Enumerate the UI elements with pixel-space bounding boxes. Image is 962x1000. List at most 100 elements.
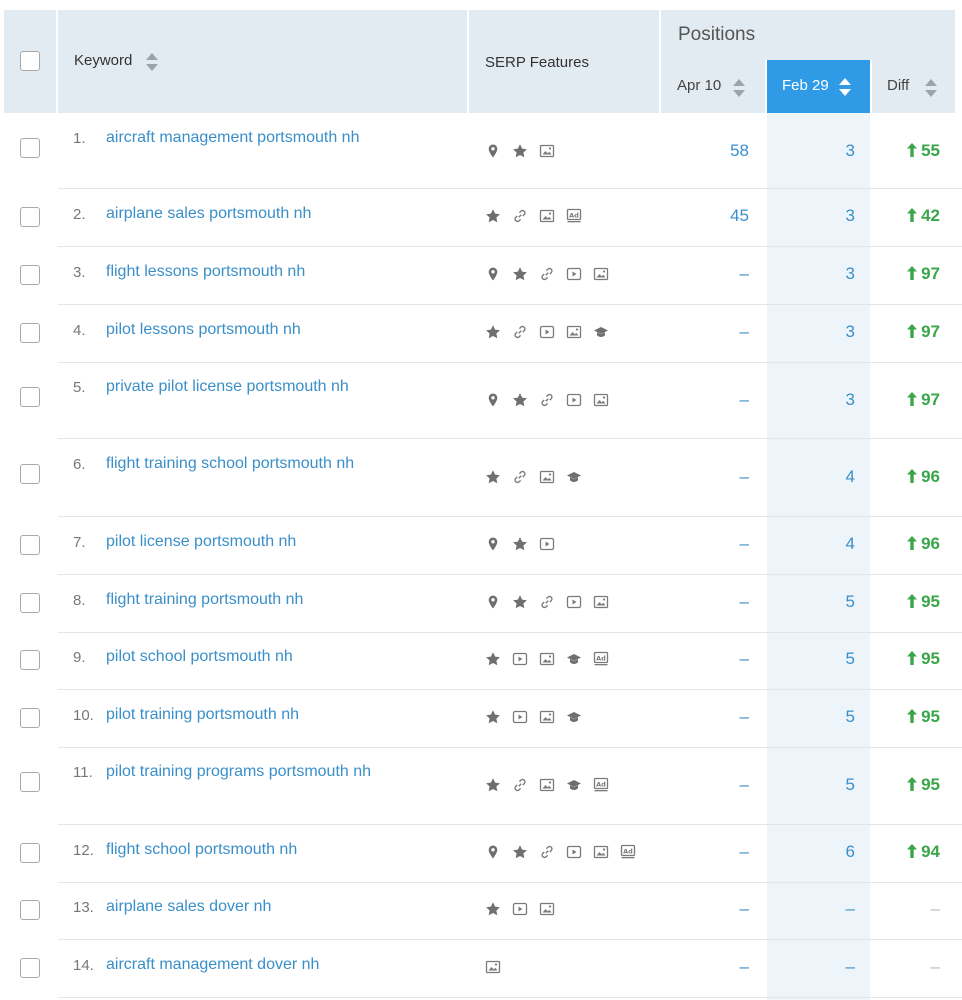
link-icon[interactable]	[512, 469, 528, 485]
feb-position-value[interactable]: 3	[775, 322, 855, 342]
video-icon[interactable]	[512, 651, 528, 667]
keyword-link[interactable]: flight training school portsmouth nh	[106, 455, 354, 473]
pin-icon[interactable]	[485, 392, 501, 408]
apr-position-value[interactable]: –	[669, 899, 749, 919]
video-icon[interactable]	[566, 392, 582, 408]
feb-position-value[interactable]: 5	[775, 707, 855, 727]
feb-position-value[interactable]: 3	[775, 141, 855, 161]
video-icon[interactable]	[566, 594, 582, 610]
link-icon[interactable]	[512, 208, 528, 224]
keyword-link[interactable]: aircraft management dover nh	[106, 956, 319, 974]
image-icon[interactable]	[539, 709, 555, 725]
link-icon[interactable]	[512, 777, 528, 793]
row-checkbox[interactable]	[20, 772, 40, 792]
pin-icon[interactable]	[485, 594, 501, 610]
feb-column-header[interactable]: Feb 29	[767, 60, 870, 113]
keyword-link[interactable]: flight training portsmouth nh	[106, 591, 303, 609]
apr-position-value[interactable]: –	[669, 592, 749, 612]
image-icon[interactable]	[539, 208, 555, 224]
feb-position-value[interactable]: 3	[775, 264, 855, 284]
diff-column-header[interactable]: Diff	[872, 60, 955, 113]
image-icon[interactable]	[539, 777, 555, 793]
star-icon[interactable]	[512, 266, 528, 282]
apr-column-header[interactable]: Apr 10	[661, 60, 765, 113]
apr-position-value[interactable]: –	[669, 322, 749, 342]
keyword-link[interactable]: aircraft management portsmouth nh	[106, 129, 359, 147]
video-icon[interactable]	[539, 324, 555, 340]
row-checkbox[interactable]	[20, 138, 40, 158]
feb-position-value[interactable]: 5	[775, 592, 855, 612]
row-checkbox[interactable]	[20, 650, 40, 670]
image-icon[interactable]	[539, 651, 555, 667]
keyword-link[interactable]: pilot license portsmouth nh	[106, 533, 296, 551]
apr-position-value[interactable]: –	[669, 842, 749, 862]
link-icon[interactable]	[512, 324, 528, 340]
keyword-link[interactable]: airplane sales portsmouth nh	[106, 205, 311, 223]
keyword-link[interactable]: flight school portsmouth nh	[106, 841, 297, 859]
star-icon[interactable]	[512, 143, 528, 159]
pin-icon[interactable]	[485, 844, 501, 860]
image-icon[interactable]	[539, 901, 555, 917]
keyword-column-header[interactable]: Keyword	[58, 10, 467, 113]
ad-icon[interactable]: Ad	[593, 777, 609, 793]
star-icon[interactable]	[485, 469, 501, 485]
image-icon[interactable]	[485, 959, 501, 975]
apr-position-value[interactable]: –	[669, 390, 749, 410]
video-icon[interactable]	[539, 536, 555, 552]
ad-icon[interactable]: Ad	[593, 651, 609, 667]
keyword-link[interactable]: flight lessons portsmouth nh	[106, 263, 305, 281]
image-icon[interactable]	[593, 266, 609, 282]
keyword-link[interactable]: airplane sales dover nh	[106, 898, 271, 916]
apr-position-value[interactable]: –	[669, 649, 749, 669]
keyword-link[interactable]: private pilot license portsmouth nh	[106, 378, 349, 396]
diff-sort-icon[interactable]	[925, 79, 937, 97]
ad-icon[interactable]: Ad	[566, 208, 582, 224]
star-icon[interactable]	[485, 777, 501, 793]
image-icon[interactable]	[593, 844, 609, 860]
apr-position-value[interactable]: 58	[669, 141, 749, 161]
select-all-checkbox[interactable]	[20, 51, 40, 71]
cap-icon[interactable]	[566, 651, 582, 667]
pin-icon[interactable]	[485, 536, 501, 552]
feb-position-value[interactable]: 3	[775, 390, 855, 410]
feb-position-value[interactable]: 6	[775, 842, 855, 862]
keyword-link[interactable]: pilot lessons portsmouth nh	[106, 321, 301, 339]
image-icon[interactable]	[539, 469, 555, 485]
link-icon[interactable]	[539, 266, 555, 282]
feb-position-value[interactable]: 3	[775, 206, 855, 226]
row-checkbox[interactable]	[20, 323, 40, 343]
keyword-link[interactable]: pilot training programs portsmouth nh	[106, 763, 371, 781]
video-icon[interactable]	[512, 709, 528, 725]
ad-icon[interactable]: Ad	[620, 844, 636, 860]
row-checkbox[interactable]	[20, 387, 40, 407]
keyword-link[interactable]: pilot school portsmouth nh	[106, 648, 293, 666]
cap-icon[interactable]	[566, 469, 582, 485]
star-icon[interactable]	[485, 901, 501, 917]
link-icon[interactable]	[539, 594, 555, 610]
star-icon[interactable]	[485, 208, 501, 224]
feb-sort-icon[interactable]	[839, 78, 851, 96]
link-icon[interactable]	[539, 392, 555, 408]
keyword-link[interactable]: pilot training portsmouth nh	[106, 706, 299, 724]
star-icon[interactable]	[485, 324, 501, 340]
apr-position-value[interactable]: –	[669, 534, 749, 554]
apr-position-value[interactable]: –	[669, 707, 749, 727]
cap-icon[interactable]	[566, 709, 582, 725]
keyword-sort-icon[interactable]	[146, 53, 158, 71]
star-icon[interactable]	[485, 651, 501, 667]
feb-position-value[interactable]: –	[775, 957, 855, 977]
pin-icon[interactable]	[485, 266, 501, 282]
apr-position-value[interactable]: –	[669, 957, 749, 977]
row-checkbox[interactable]	[20, 958, 40, 978]
feb-position-value[interactable]: 4	[775, 534, 855, 554]
video-icon[interactable]	[512, 901, 528, 917]
video-icon[interactable]	[566, 266, 582, 282]
video-icon[interactable]	[566, 844, 582, 860]
row-checkbox[interactable]	[20, 900, 40, 920]
row-checkbox[interactable]	[20, 207, 40, 227]
link-icon[interactable]	[539, 844, 555, 860]
feb-position-value[interactable]: 4	[775, 467, 855, 487]
apr-position-value[interactable]: 45	[669, 206, 749, 226]
row-checkbox[interactable]	[20, 843, 40, 863]
star-icon[interactable]	[485, 709, 501, 725]
